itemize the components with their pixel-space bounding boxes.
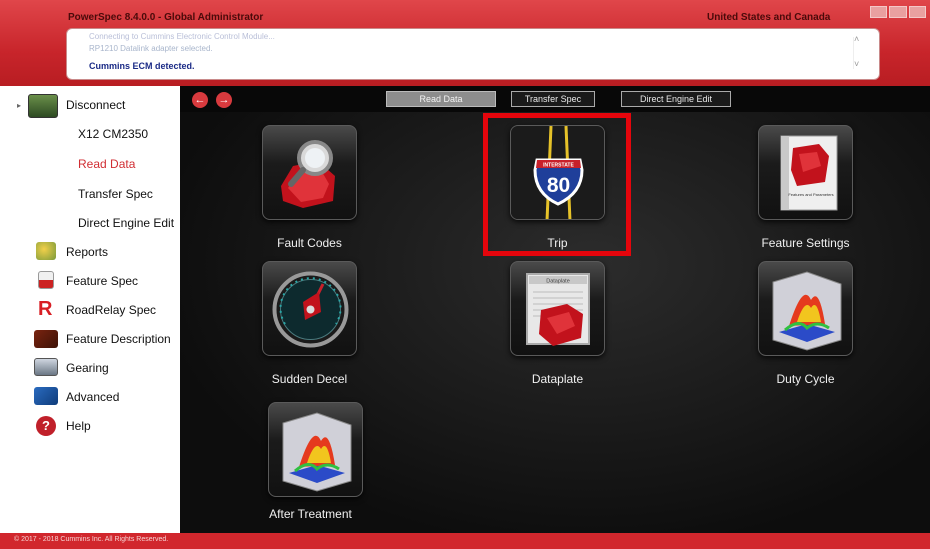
tile-sudden-decel[interactable] bbox=[262, 261, 357, 356]
window-controls bbox=[870, 6, 926, 18]
toolbar: ← → Read Data Transfer Spec Direct Engin… bbox=[180, 86, 930, 112]
tab-read-data[interactable]: Read Data bbox=[386, 91, 496, 107]
reports-icon bbox=[36, 242, 56, 260]
sidebar-item-reports[interactable]: Reports bbox=[66, 245, 108, 259]
feature-book-caption: Features and Parameters bbox=[788, 192, 833, 197]
sidebar-item-feature-spec[interactable]: Feature Spec bbox=[66, 274, 138, 288]
forward-arrow-icon[interactable]: → bbox=[216, 92, 232, 108]
tile-after-treatment[interactable] bbox=[268, 402, 363, 497]
region-label: United States and Canada bbox=[707, 12, 831, 23]
fault-codes-icon bbox=[281, 140, 335, 208]
footer: © 2017 - 2018 Cummins Inc. All Rights Re… bbox=[0, 533, 930, 549]
feature-settings-book-icon: Features and Parameters bbox=[780, 135, 838, 211]
help-icon: ? bbox=[36, 416, 56, 436]
sidebar: ▸ Disconnect X12 CM2350 Read Data Transf… bbox=[0, 86, 180, 533]
sidebar-item-direct-engine-edit[interactable]: Direct Engine Edit bbox=[78, 216, 174, 230]
tile-label-sudden-decel: Sudden Decel bbox=[271, 372, 348, 386]
sidebar-item-read-data[interactable]: Read Data bbox=[78, 157, 135, 171]
tile-duty-cycle[interactable] bbox=[758, 261, 853, 356]
roadrelay-icon: R bbox=[38, 298, 53, 320]
gearing-icon bbox=[34, 358, 58, 376]
copyright-text: © 2017 - 2018 Cummins Inc. All Rights Re… bbox=[14, 536, 169, 543]
book-icon bbox=[34, 330, 58, 348]
feature-spec-icon bbox=[38, 271, 54, 289]
sidebar-item-help[interactable]: Help bbox=[66, 419, 91, 433]
sidebar-item-ecm[interactable]: X12 CM2350 bbox=[78, 127, 148, 141]
tile-dataplate[interactable]: Dataplate bbox=[510, 261, 605, 356]
sidebar-item-roadrelay-spec[interactable]: RoadRelay Spec bbox=[66, 303, 156, 317]
message-log: Connecting to Cummins Electronic Control… bbox=[66, 28, 880, 80]
message-scrollbar[interactable] bbox=[853, 34, 861, 69]
message-line: RP1210 Datalink adapter selected. bbox=[89, 44, 213, 53]
sidebar-item-gearing[interactable]: Gearing bbox=[66, 361, 109, 375]
surface-plot-icon bbox=[772, 271, 842, 351]
tile-label-feature-settings: Feature Settings bbox=[761, 236, 850, 250]
sidebar-item-disconnect[interactable]: Disconnect bbox=[66, 98, 125, 112]
tile-fault-codes[interactable] bbox=[262, 125, 357, 220]
message-line: Connecting to Cummins Electronic Control… bbox=[89, 32, 275, 41]
sidebar-item-feature-description[interactable]: Feature Description bbox=[66, 332, 171, 346]
tile-label-duty-cycle: Duty Cycle bbox=[776, 372, 835, 386]
ecm-connection-icon bbox=[28, 94, 58, 118]
surface-plot-icon bbox=[282, 412, 352, 492]
tile-label-fault-codes: Fault Codes bbox=[277, 236, 342, 250]
tab-transfer-spec[interactable]: Transfer Spec bbox=[511, 91, 595, 107]
message-line-status: Cummins ECM detected. bbox=[89, 61, 195, 71]
tile-label-dataplate: Dataplate bbox=[531, 372, 584, 386]
tile-feature-settings[interactable]: Features and Parameters bbox=[758, 125, 853, 220]
expand-arrow-icon[interactable]: ▸ bbox=[17, 101, 21, 110]
tile-label-after-treatment: After Treatment bbox=[269, 507, 352, 521]
sidebar-item-advanced[interactable]: Advanced bbox=[66, 390, 119, 404]
title-bar: PowerSpec 8.4.0.0 - Global Administrator… bbox=[0, 0, 930, 86]
app-title: PowerSpec 8.4.0.0 - Global Administrator bbox=[68, 12, 264, 23]
close-button[interactable] bbox=[908, 6, 926, 18]
advanced-icon bbox=[34, 387, 58, 405]
highlight-box bbox=[483, 113, 631, 256]
maximize-button[interactable] bbox=[889, 6, 907, 18]
minimize-button[interactable] bbox=[870, 6, 888, 18]
tab-direct-engine-edit[interactable]: Direct Engine Edit bbox=[621, 91, 731, 107]
dataplate-header: Dataplate bbox=[546, 279, 570, 285]
sidebar-item-transfer-spec[interactable]: Transfer Spec bbox=[78, 187, 153, 201]
back-arrow-icon[interactable]: ← bbox=[192, 92, 208, 108]
speedometer-icon bbox=[272, 271, 349, 348]
dataplate-icon: Dataplate bbox=[526, 273, 590, 346]
